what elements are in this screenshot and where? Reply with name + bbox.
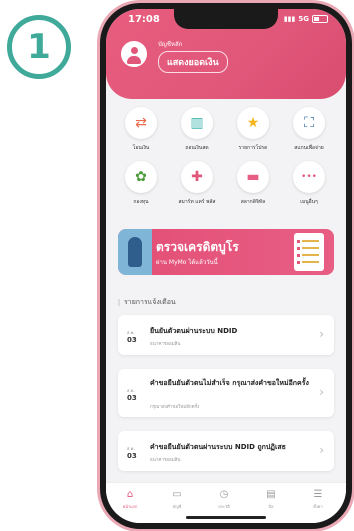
step-number-badge: 1 (7, 15, 71, 79)
account-label: บัญชีหลัก (158, 41, 183, 48)
digital-lottery-icon: ▬ (237, 161, 269, 193)
battery-icon (312, 15, 328, 23)
menu-item-cash-withdraw[interactable]: ▥ ถอนเงินสด (172, 107, 222, 152)
chevron-right-icon: › (319, 443, 324, 457)
section-divider (118, 298, 120, 306)
banner-illustration (118, 229, 152, 275)
menu-item-more[interactable]: ••• เมนูอื่นๆ (284, 161, 334, 206)
settings-menu-icon: ☰ (313, 489, 323, 500)
menu-label: เมนูอื่นๆ (300, 199, 318, 205)
notification-subtitle: กรุณาส่งคำขอใหม่อีกครั้ง (150, 405, 200, 410)
menu-label: รายการโปรด (238, 145, 268, 151)
notification-title: คำขอยืนยันตัวตนผ่านระบบ NDID ถูกปฏิเสธ (150, 443, 286, 451)
notification-month: ส.ค. (127, 446, 135, 451)
app-screen: 17:08 ▮▮▮ 5G บัญชีหลัก แสดงยอดเงิน ⇄ โอน… (106, 9, 346, 523)
bottom-tab-bar: ⌂ หน้าแรก ▭ บัญชี ◷ ประวัติ ▤ บิล ☰ ตั้ง… (106, 482, 346, 523)
notification-day: 03 (127, 452, 137, 460)
user-body-icon (127, 56, 141, 64)
document-checklist-icon (294, 233, 324, 271)
chevron-right-icon: › (319, 385, 324, 399)
notification-subtitle: ธนาคารออมสิน (150, 458, 181, 463)
smart-care-icon: ✚ (181, 161, 213, 193)
tab-history[interactable]: ◷ ประวัติ (204, 489, 244, 510)
notification-title: ยืนยันตัวตนผ่านระบบ NDID (150, 327, 238, 335)
tab-account[interactable]: ▭ บัญชี (157, 489, 197, 510)
tab-label: บิล (268, 504, 274, 509)
person-illustration-icon (128, 237, 142, 267)
menu-label: กองทุน (133, 199, 149, 205)
menu-item-fund[interactable]: ✿ กองทุน (116, 161, 166, 206)
status-time: 17:08 (128, 14, 160, 25)
tab-bills[interactable]: ▤ บิล (251, 489, 291, 510)
star-icon: ★ (237, 107, 269, 139)
status-indicators: ▮▮▮ 5G (284, 15, 328, 23)
notification-card[interactable]: ส.ค. 03 คำขอยืนยันตัวตนไม่สำเร็จ กรุณาส่… (118, 369, 334, 417)
menu-label: โอนเงิน (132, 145, 150, 151)
menu-label: สแกนเพื่อจ่าย (294, 145, 324, 151)
signal-icon: ▮▮▮ (283, 15, 296, 23)
menu-item-smart-care[interactable]: ✚ สมาร์ท แคร์ พลัส (172, 161, 222, 206)
tab-home[interactable]: ⌂ หน้าแรก (110, 489, 150, 510)
menu-item-digital-lottery[interactable]: ▬ สลากดิจิทัล (228, 161, 278, 206)
notifications-section-title: รายการแจ้งเตือน (118, 297, 176, 308)
show-balance-button[interactable]: แสดงยอดเงิน (158, 51, 228, 73)
more-menu-icon: ••• (293, 161, 325, 193)
fund-plant-icon: ✿ (125, 161, 157, 193)
home-icon: ⌂ (126, 489, 134, 500)
home-indicator (186, 516, 266, 519)
section-title-text: รายการแจ้งเตือน (124, 298, 176, 306)
tab-label: หน้าแรก (122, 504, 138, 509)
history-clock-icon: ◷ (219, 489, 229, 500)
cash-withdraw-icon: ▥ (181, 107, 213, 139)
menu-item-favorites[interactable]: ★ รายการโปรด (228, 107, 278, 152)
user-head-icon (131, 47, 138, 54)
notification-subtitle: ธนาคารออมสิน (150, 342, 181, 347)
bill-icon: ▤ (266, 489, 276, 500)
notification-card[interactable]: ส.ค. 03 คำขอยืนยันตัวตนผ่านระบบ NDID ถูก… (118, 431, 334, 471)
menu-label: สลากดิจิทัล (240, 199, 266, 205)
tab-settings[interactable]: ☰ ตั้งค่า (298, 489, 338, 510)
transfer-icon: ⇄ (125, 107, 157, 139)
notification-day: 03 (127, 336, 137, 344)
tab-label: บัญชี (172, 504, 182, 509)
menu-label: ถอนเงินสด (185, 145, 209, 151)
account-icon: ▭ (172, 489, 182, 500)
menu-label: สมาร์ท แคร์ พลัส (178, 199, 216, 205)
notification-month: ส.ค. (127, 388, 135, 393)
tab-label: ตั้งค่า (313, 504, 323, 509)
notification-card[interactable]: ส.ค. 03 ยืนยันตัวตนผ่านระบบ NDID ธนาคารอ… (118, 315, 334, 355)
chevron-right-icon: › (319, 327, 324, 341)
notification-title: คำขอยืนยันตัวตนไม่สำเร็จ กรุณาส่งคำขอใหม… (150, 379, 309, 387)
scan-icon: ⛶ (293, 107, 325, 139)
phone-notch (174, 9, 278, 29)
avatar[interactable] (121, 41, 147, 67)
banner-title: ตรวจเครดิตบูโร (156, 240, 239, 254)
menu-item-transfer[interactable]: ⇄ โอนเงิน (116, 107, 166, 152)
banner-subtitle: ผ่าน MyMo ได้แล้ววันนี้ (156, 259, 218, 266)
phone-frame: 17:08 ▮▮▮ 5G บัญชีหลัก แสดงยอดเงิน ⇄ โอน… (100, 3, 352, 529)
tab-label: ประวัติ (218, 504, 230, 509)
notification-day: 03 (127, 394, 137, 402)
menu-item-scan-pay[interactable]: ⛶ สแกนเพื่อจ่าย (284, 107, 334, 152)
credit-bureau-banner[interactable]: ตรวจเครดิตบูโร ผ่าน MyMo ได้แล้ววันนี้ (118, 229, 334, 275)
notification-month: ส.ค. (127, 330, 135, 335)
network-label: 5G (298, 15, 309, 23)
